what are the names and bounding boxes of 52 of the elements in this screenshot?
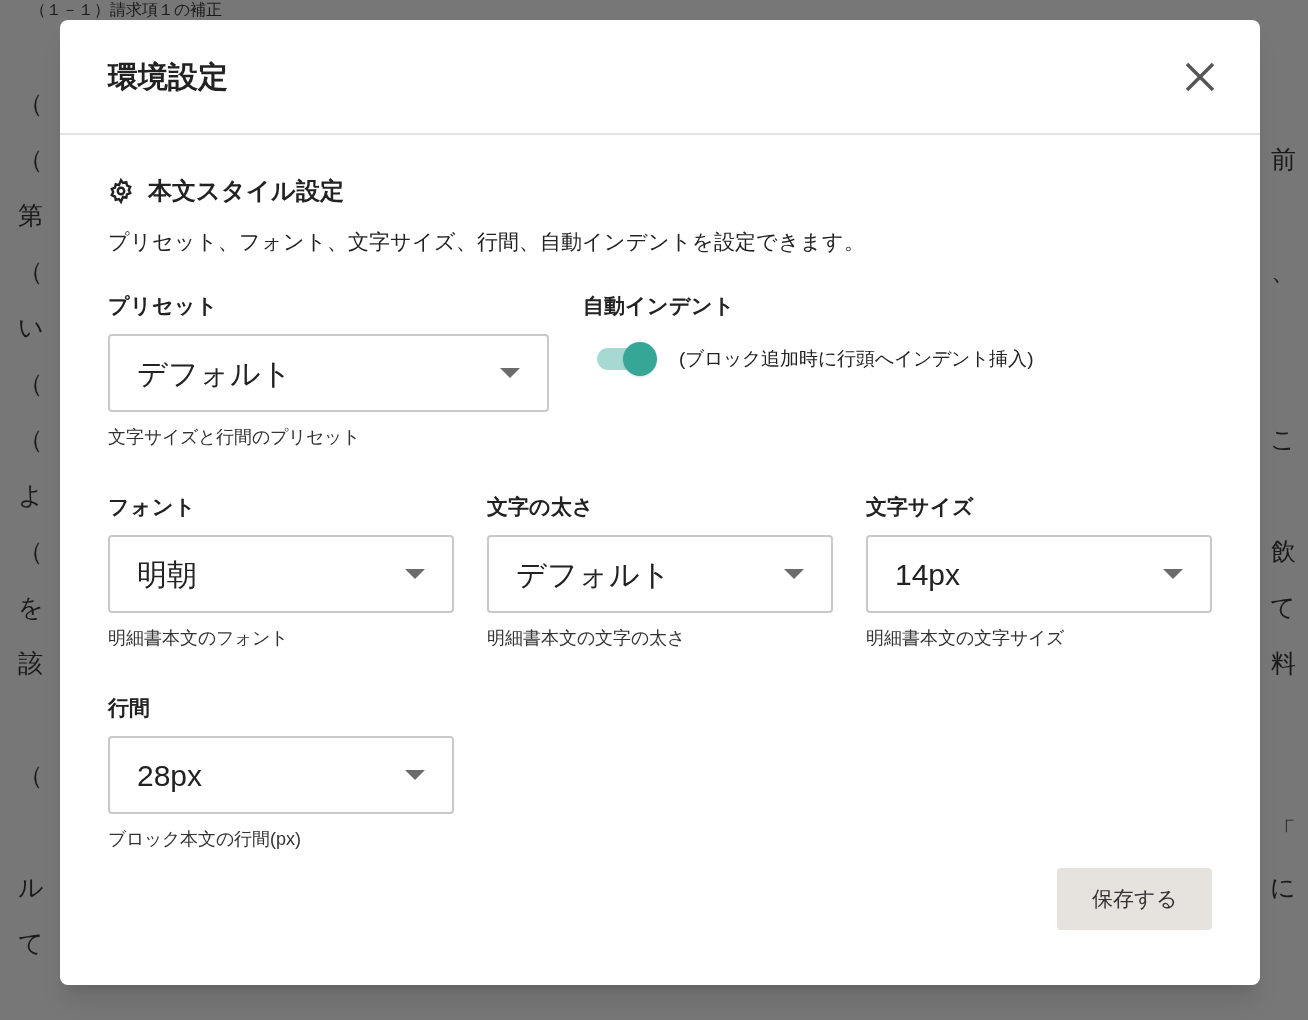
document-heading: （１－１）請求項１の補正: [30, 0, 222, 20]
save-button[interactable]: 保存する: [1057, 868, 1212, 930]
document-text: （: [18, 424, 43, 457]
helper-text: 文字サイズと行間のプリセット: [108, 426, 361, 449]
document-text: （: [18, 536, 43, 569]
document-text: 、: [1271, 256, 1297, 289]
document-text: て: [1270, 592, 1297, 625]
field-label: 行間: [108, 695, 151, 721]
document-text: を: [18, 592, 44, 625]
field-label: フォント: [108, 494, 197, 520]
section-description: プリセット、フォント、文字サイズ、行間、自動インデントを設定できます。: [108, 229, 866, 255]
document-text: 「: [1271, 816, 1297, 849]
dialog-title: 環境設定: [108, 59, 228, 95]
toggle-switch[interactable]: [595, 341, 657, 377]
field-label: プリセット: [108, 293, 219, 319]
document-text: 第: [18, 200, 43, 233]
document-text: （: [18, 368, 43, 401]
section-title: 本文スタイル設定: [148, 176, 344, 206]
helper-text: 明細書本文の文字の太さ: [487, 627, 686, 650]
helper-text: 明細書本文の文字サイズ: [866, 627, 1065, 650]
document-text: （: [18, 760, 43, 793]
caret-icon: [405, 770, 425, 780]
helper-text: ブロック本文の行間(px): [108, 828, 302, 851]
dropdown-field[interactable]: デフォルト: [108, 334, 549, 412]
field-label: 文字サイズ: [866, 494, 975, 520]
caret-icon: [784, 569, 804, 579]
document-text: よ: [18, 480, 44, 513]
dropdown-field[interactable]: デフォルト: [487, 535, 833, 613]
settings-icon: [108, 178, 134, 204]
document-text: ル: [18, 872, 44, 905]
document-text: て: [18, 928, 44, 961]
document-text: （: [18, 88, 43, 121]
document-text: 飲: [1271, 536, 1297, 569]
field-label: 文字の太さ: [487, 494, 595, 520]
document-text: 前: [1271, 144, 1297, 177]
toggle-caption: (ブロック追加時に行頭へインデント挿入): [679, 346, 1034, 371]
document-text: い: [18, 312, 44, 345]
document-text: 料: [1271, 648, 1297, 681]
document-text: （: [18, 144, 43, 177]
dropdown-field[interactable]: 明朝: [108, 535, 454, 613]
document-text: （: [18, 256, 43, 289]
dropdown-field[interactable]: 14px: [866, 535, 1212, 613]
caret-icon: [1163, 569, 1183, 579]
field-label: 自動インデント: [583, 293, 736, 319]
dropdown-field[interactable]: 28px: [108, 736, 454, 814]
document-text: 該: [18, 648, 43, 681]
caret-icon: [500, 368, 520, 378]
caret-icon: [405, 569, 425, 579]
document-text: こ: [1270, 424, 1297, 457]
helper-text: 明細書本文のフォント: [108, 627, 289, 650]
document-text: に: [1270, 872, 1297, 905]
close-icon: [1185, 61, 1215, 92]
